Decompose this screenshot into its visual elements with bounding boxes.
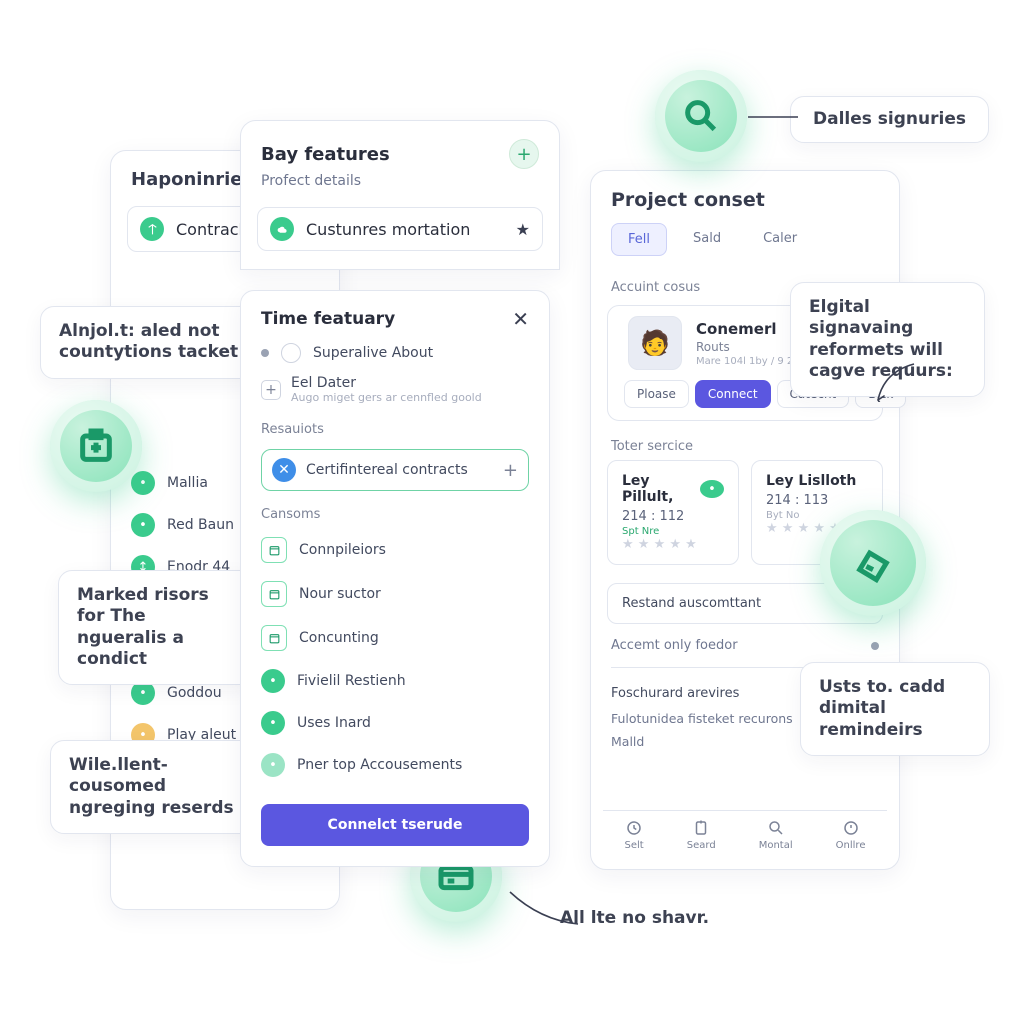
bullet-icon: •	[261, 669, 285, 693]
bottombar-label: Selt	[625, 840, 644, 851]
time-feature-card: Time featuary ✕ Superalive About + Eel D…	[240, 290, 550, 867]
bullet-icon: •	[261, 753, 285, 777]
add-date-button[interactable]: +	[261, 380, 281, 400]
callout-search: Dalles signuries	[790, 96, 989, 143]
cansoms-list: Connpileiors Nour suctor Concunting • Fiviel…	[241, 528, 549, 786]
bottombar-icon	[625, 819, 643, 837]
callout-a6: All lte no shavr.	[560, 908, 709, 928]
callout-a3: Wile.llent-cousomed ngreging reserds	[50, 740, 270, 834]
bottombar-selt[interactable]: Selt	[625, 819, 644, 851]
field-plus-icon[interactable]: +	[503, 460, 518, 481]
service-num: 214 : 113	[766, 493, 868, 508]
features-header-item[interactable]: Custunres mortation ★	[257, 207, 543, 251]
bottombar-seard[interactable]: Seard	[687, 819, 716, 851]
radio-icon	[281, 343, 301, 363]
close-icon[interactable]: ✕	[512, 307, 529, 331]
features-panel: Bay features + Profect details Custunres…	[240, 120, 560, 880]
cansoms-item[interactable]: • Pner top Accousements	[241, 744, 549, 786]
service-name: Ley Lislloth	[766, 473, 856, 489]
cloud-icon	[270, 217, 294, 241]
contracts-field[interactable]: ✕ Certifintereal contracts +	[261, 449, 529, 491]
blue-x-icon[interactable]: ✕	[272, 458, 296, 482]
bullet-icon: •	[261, 711, 285, 735]
calendar-icon	[261, 581, 287, 607]
medical-badge-icon	[50, 400, 142, 492]
cansoms-item[interactable]: • Uses Inard	[241, 702, 549, 744]
cansoms-item[interactable]: Concunting	[241, 616, 549, 660]
about-label: Superalive About	[313, 345, 433, 361]
bottombar-icon	[842, 819, 860, 837]
contracts-field-label: Certifintereal contracts	[306, 462, 493, 478]
project-tabs: Fell Sald Caler	[591, 223, 899, 266]
bottombar-onllre[interactable]: Onllre	[836, 819, 866, 851]
cansoms-item-label: Nour suctor	[299, 586, 381, 602]
cansoms-item-label: Fivielil Restienh	[297, 673, 406, 689]
add-feature-button[interactable]: +	[509, 139, 539, 169]
connect-button[interactable]: Connect	[695, 380, 771, 408]
features-subtab[interactable]: Profect details	[241, 173, 559, 201]
callout-a1: Alnjol.t: aled not countytions tacket	[40, 306, 260, 379]
bottombar-label: Montal	[759, 840, 793, 851]
calendar-icon	[261, 537, 287, 563]
tab-sald[interactable]: Sald	[677, 223, 737, 256]
cansoms-item[interactable]: Connpileiors	[241, 528, 549, 572]
cansoms-item-label: Uses Inard	[297, 715, 371, 731]
connect-button[interactable]: Connelct tserude	[261, 804, 529, 846]
bottom-bar: Selt Seard Montal Onllre	[603, 810, 887, 851]
check-icon: •	[700, 480, 724, 498]
accent-only-label: Accemt only foedor	[611, 638, 738, 653]
service-num: 214 : 112	[622, 509, 724, 524]
service-label: Toter sercice	[591, 425, 899, 460]
star-rating: ★ ★ ★ ★ ★	[622, 537, 724, 552]
sidebar-item-label: Contrach	[176, 220, 249, 239]
foschurard-label: Foschurard arevires	[611, 686, 739, 701]
tab-fell[interactable]: Fell	[611, 223, 667, 256]
service-by: Spt Nre	[622, 526, 724, 537]
search-badge-icon	[655, 70, 747, 162]
calendar-icon	[261, 625, 287, 651]
cansoms-label: Cansoms	[241, 497, 549, 528]
cansoms-item-label: Pner top Accousements	[297, 757, 462, 773]
status-dot	[871, 642, 879, 650]
features-title: Bay features	[261, 144, 390, 165]
resauiots-label: Resauiots	[241, 408, 549, 443]
date-hint: Augo miget gers ar cennfled goold	[291, 391, 482, 404]
bullet-icon: •	[131, 471, 155, 495]
dot-icon	[261, 349, 269, 357]
date-label: Eel Dater	[291, 375, 482, 391]
bottombar-montal[interactable]: Montal	[759, 819, 793, 851]
sidebar-item-label: Mallia	[167, 475, 208, 491]
star-icon[interactable]: ★	[516, 220, 530, 239]
cansoms-item-label: Connpileiors	[299, 542, 386, 558]
service-name: Ley Pillult,	[622, 473, 700, 505]
time-feature-title: Time featuary	[261, 309, 395, 329]
cansoms-item-label: Concunting	[299, 630, 379, 646]
bottombar-label: Seard	[687, 840, 716, 851]
bottombar-icon	[692, 819, 710, 837]
cansoms-item[interactable]: • Fivielil Restienh	[241, 660, 549, 702]
features-header-label: Custunres mortation	[306, 220, 470, 239]
bullet-icon: •	[131, 513, 155, 537]
avatar: 🧑	[628, 316, 682, 370]
project-title: Project conset	[591, 171, 899, 223]
callout-a2: Marked risors for The ngueralis a condic…	[58, 570, 258, 685]
callout-a5: Usts to. cadd dimital remindeirs	[800, 662, 990, 756]
tree-icon	[140, 217, 164, 241]
service-card[interactable]: Ley Pillult,• 214 : 112 Spt Nre★ ★ ★ ★ ★	[607, 460, 739, 565]
cansoms-item[interactable]: Nour suctor	[241, 572, 549, 616]
document-badge-icon	[820, 510, 926, 616]
ploase-button[interactable]: Ploase	[624, 380, 689, 408]
bottombar-label: Onllre	[836, 840, 866, 851]
sidebar-item-label: Goddou	[167, 685, 222, 701]
bottombar-icon	[767, 819, 785, 837]
sidebar-item-label: Red Baun	[167, 517, 234, 533]
tab-caler[interactable]: Caler	[747, 223, 813, 256]
